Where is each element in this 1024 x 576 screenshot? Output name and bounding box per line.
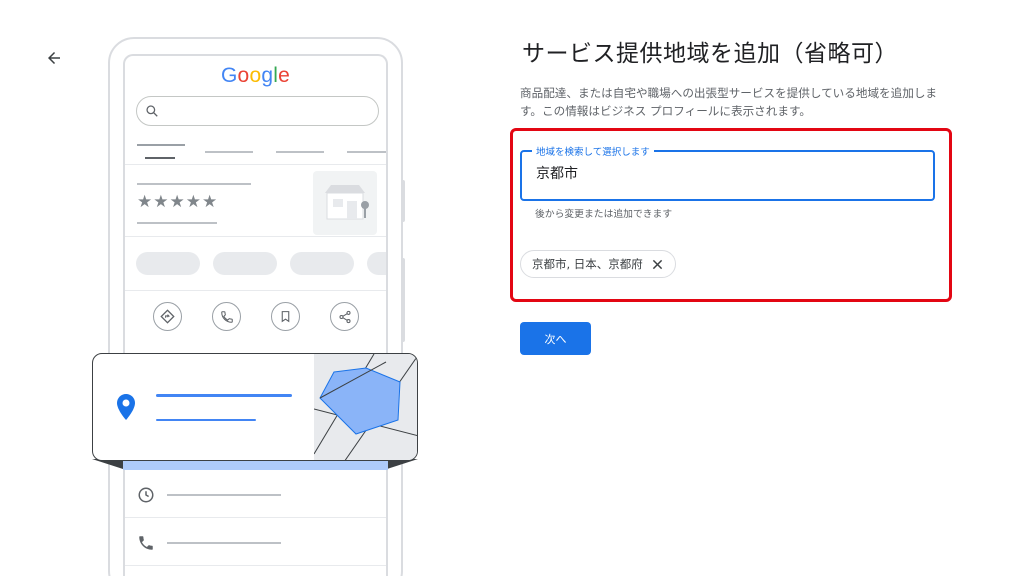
area-search-field[interactable]: 地域を検索して選択します <box>520 144 935 201</box>
card-highlight-bar <box>123 460 388 470</box>
page-title: サービス提供地域を追加（省略可） <box>522 41 898 67</box>
google-logo: Google <box>125 64 386 88</box>
selected-area-label: 京都市, 日本、京都府 <box>532 257 643 271</box>
area-search-input[interactable] <box>536 165 916 181</box>
text-placeholder <box>137 222 217 224</box>
logo-letter: e <box>278 64 290 87</box>
hours-row-icon <box>137 486 155 508</box>
close-icon <box>653 259 663 269</box>
location-pin <box>117 394 135 424</box>
chip-placeholder <box>136 252 200 275</box>
logo-letter: G <box>221 64 238 87</box>
clock-icon <box>138 487 154 503</box>
text-placeholder <box>156 419 256 421</box>
call-action <box>212 302 241 331</box>
map-thumbnail <box>313 354 417 460</box>
phone-icon <box>220 310 233 323</box>
directions-icon <box>160 309 175 324</box>
tab-placeholder <box>347 151 386 153</box>
tab-placeholder <box>137 144 185 146</box>
location-pin-icon <box>117 394 135 420</box>
phone-side-button <box>401 180 405 222</box>
next-button[interactable]: 次へ <box>520 322 591 355</box>
service-area-card <box>92 353 418 461</box>
phone-row-icon <box>137 534 155 556</box>
divider <box>125 290 386 291</box>
share-icon <box>338 310 351 323</box>
arrow-left-icon <box>48 52 60 64</box>
tab-placeholder <box>205 151 253 153</box>
storefront-icon <box>325 185 369 220</box>
rating-stars: ★★★★★ <box>137 192 219 212</box>
bookmark-icon <box>281 311 290 323</box>
divider <box>125 517 386 518</box>
search-icon <box>146 105 158 117</box>
map-area-icon <box>313 354 417 460</box>
area-search-label: 地域を検索して選択します <box>532 144 654 158</box>
business-thumbnail <box>313 171 377 235</box>
divider <box>125 236 386 237</box>
logo-letter: o <box>249 64 262 87</box>
phone-side-button <box>401 258 405 342</box>
area-search-helper: 後から変更または追加できます <box>535 209 673 220</box>
phone-screen: Google ★★★★★ <box>123 54 388 576</box>
back-button[interactable] <box>40 44 68 72</box>
remove-area-button[interactable] <box>651 257 665 271</box>
text-placeholder <box>167 542 281 544</box>
text-placeholder <box>156 394 292 397</box>
text-placeholder <box>137 183 251 185</box>
directions-action <box>153 302 182 331</box>
save-action <box>271 302 300 331</box>
divider <box>125 164 386 165</box>
chip-placeholder <box>290 252 354 275</box>
divider <box>125 565 386 566</box>
chip-placeholder <box>367 252 386 275</box>
logo-letter: o <box>237 64 250 87</box>
illustration-search-bar <box>136 96 379 126</box>
text-placeholder <box>167 494 281 496</box>
chip-placeholder <box>213 252 277 275</box>
selected-area-chip[interactable]: 京都市, 日本、京都府 <box>520 250 676 278</box>
phone-icon <box>139 536 153 550</box>
tab-placeholder <box>145 157 175 159</box>
share-action <box>330 302 359 331</box>
logo-letter: g <box>261 64 274 87</box>
tab-placeholder <box>276 151 324 153</box>
page-description: 商品配達、または自宅や職場への出張型サービスを提供している地域を追加します。この… <box>520 86 938 118</box>
